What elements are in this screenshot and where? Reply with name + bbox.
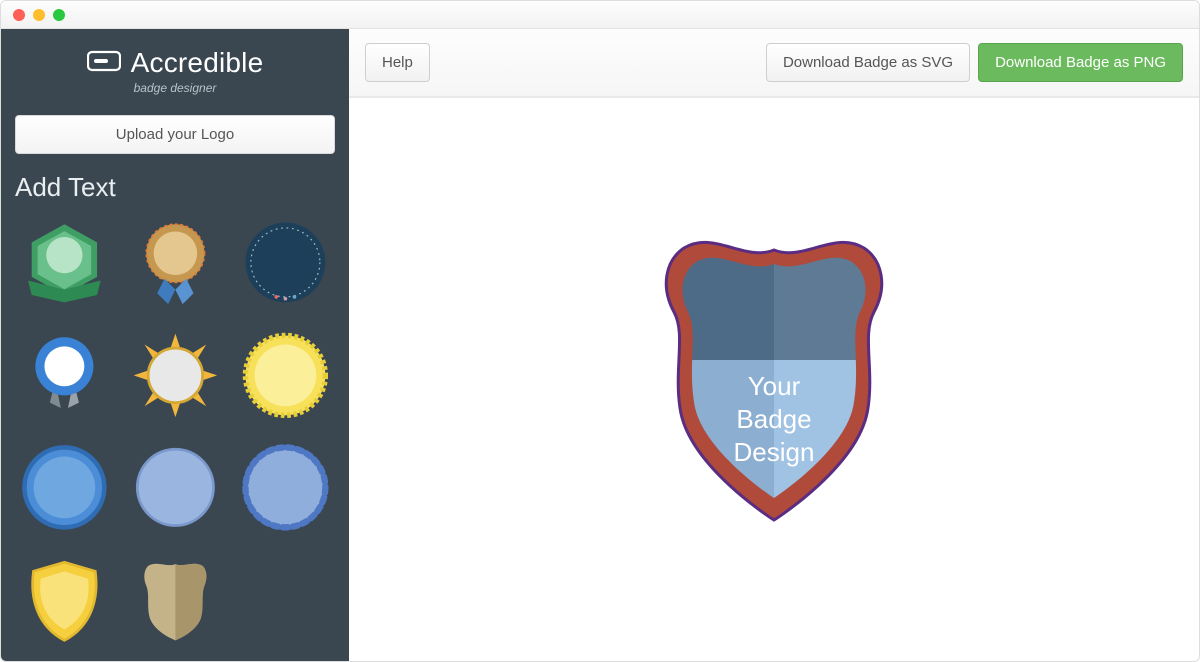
- design-canvas[interactable]: Your Badge Design: [349, 98, 1199, 661]
- shape-circle-blue-scallop[interactable]: [236, 438, 335, 537]
- badge-preview[interactable]: Your Badge Design: [584, 190, 964, 570]
- shape-medal-gold-ribbon[interactable]: [126, 213, 225, 312]
- download-svg-button[interactable]: Download Badge as SVG: [766, 43, 970, 82]
- add-text-button[interactable]: Add Text: [15, 170, 335, 205]
- brand-title: Accredible: [131, 47, 264, 79]
- badge-text-line1[interactable]: Your: [748, 371, 801, 401]
- shape-seal-yellow-scallop[interactable]: [236, 326, 335, 425]
- download-png-button[interactable]: Download Badge as PNG: [978, 43, 1183, 82]
- badge-text-line3[interactable]: Design: [734, 437, 815, 467]
- shape-circle-lightblue[interactable]: [126, 438, 225, 537]
- shape-medal-white-blue[interactable]: [15, 326, 114, 425]
- main-area: Help Download Badge as SVG Download Badg…: [349, 29, 1199, 661]
- brand-subtitle: badge designer: [15, 81, 335, 95]
- badge-text-line2[interactable]: Badge: [736, 404, 811, 434]
- shape-shield-sand[interactable]: [126, 551, 225, 650]
- close-icon[interactable]: [13, 9, 25, 21]
- shape-hex-ribbon-green[interactable]: [15, 213, 114, 312]
- shape-sunburst-seal[interactable]: [126, 326, 225, 425]
- help-button[interactable]: Help: [365, 43, 430, 82]
- brand-logo-icon: [87, 49, 121, 78]
- toolbar: Help Download Badge as SVG Download Badg…: [349, 29, 1199, 98]
- shape-circle-navy-dotted[interactable]: [236, 213, 335, 312]
- shape-shield-yellow[interactable]: [15, 551, 114, 650]
- window-titlebar: [1, 1, 1199, 29]
- brand: Accredible: [15, 47, 335, 79]
- zoom-icon[interactable]: [53, 9, 65, 21]
- shape-gallery: [15, 213, 335, 650]
- upload-logo-button[interactable]: Upload your Logo: [15, 115, 335, 154]
- sidebar: Accredible badge designer Upload your Lo…: [1, 29, 349, 661]
- minimize-icon[interactable]: [33, 9, 45, 21]
- shape-circle-blue-ring[interactable]: [15, 438, 114, 537]
